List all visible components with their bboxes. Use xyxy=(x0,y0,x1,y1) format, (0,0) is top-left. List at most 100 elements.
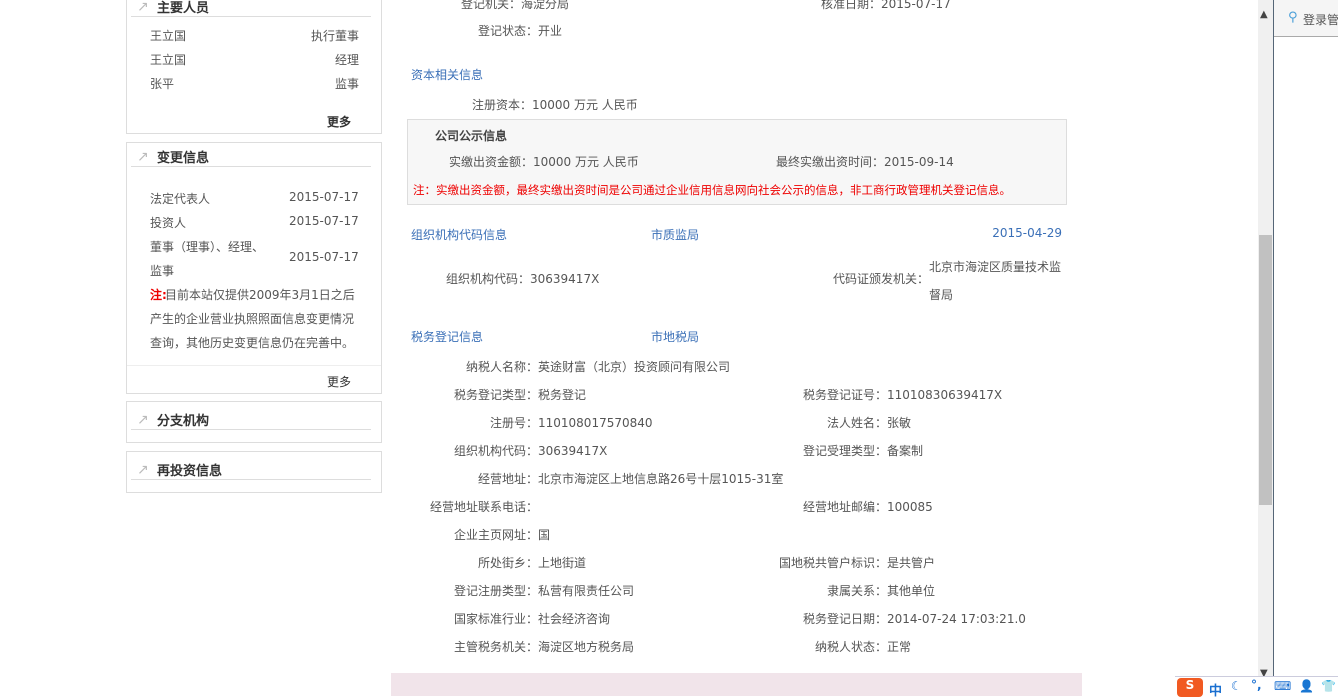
field-label: 经营地址联系电话： xyxy=(429,500,538,514)
login-manager-button[interactable]: 登录管 xyxy=(1303,11,1338,28)
login-icon: ⚲ xyxy=(1288,10,1298,25)
change-item: 投资人 xyxy=(150,216,187,230)
field-label: 税务登记证号： xyxy=(802,388,887,402)
field-label: 登记机关： xyxy=(460,0,521,11)
tax-field-left: 注册号： 110108017570840 xyxy=(490,415,653,431)
field-label: 法人姓名： xyxy=(826,416,887,430)
person-name: 王立国 xyxy=(150,53,187,67)
field-value: 110108017570840 xyxy=(538,416,653,430)
public-info-box: 公司公示信息 实缴出资金额： 10000 万元 人民币 最终实缴出资时间： 2015… xyxy=(407,119,1067,205)
scrollbar-thumb[interactable] xyxy=(1259,235,1272,505)
field-value: 督局 xyxy=(929,288,954,302)
sogou-logo-icon[interactable]: S xyxy=(1177,678,1203,697)
field-value: 其他单位 xyxy=(887,584,936,598)
scrollbar[interactable]: ▲ ▼ xyxy=(1258,0,1273,696)
field-value: 开业 xyxy=(538,24,563,38)
org-date: 2015-04-29 xyxy=(992,226,1062,240)
field-label: 注册资本： xyxy=(471,98,532,112)
tax-field-right: 经营地址邮编： 100085 xyxy=(803,499,933,515)
change-item: 董事（理事）、经理、 xyxy=(150,240,265,254)
arrow-icon: ↗ xyxy=(137,0,149,15)
moon-icon[interactable]: ☾ xyxy=(1231,679,1242,693)
branches-panel[interactable]: ↗ 分支机构 xyxy=(126,401,382,443)
field-value: 税务登记 xyxy=(538,388,587,402)
field-value: 2015-09-14 xyxy=(884,155,954,169)
field-label: 登记注册类型： xyxy=(453,584,538,598)
field-label: 纳税人状态： xyxy=(814,640,887,654)
capital-section-title: 资本相关信息 xyxy=(411,68,484,82)
panel-title: 变更信息 xyxy=(157,151,210,166)
person-name: 王立国 xyxy=(150,29,187,43)
field-label: 税务登记类型： xyxy=(453,388,538,402)
field-label: 登记受理类型： xyxy=(802,444,887,458)
public-note: 注：实缴出资金额，最终实缴出资时间是公司通过企业信用信息网向社会公示的信息，非工… xyxy=(413,183,1011,197)
tax-field-right: 法人姓名： 张敏 xyxy=(827,415,912,431)
field-label: 最终实缴出资时间： xyxy=(775,155,884,169)
field-value: 2015-07-17 xyxy=(881,0,951,11)
field-value: 北京市海淀区上地信息路26号十层1015-31室 xyxy=(538,472,784,486)
field-value: 上地街道 xyxy=(538,556,587,570)
tax-field-left: 主管税务机关： 海淀区地方税务局 xyxy=(454,639,635,655)
change-date: 2015-07-17 xyxy=(289,190,359,204)
field-label: 核准日期： xyxy=(820,0,881,11)
field-label: 隶属关系： xyxy=(826,584,887,598)
field-value: 北京市海淀区质量技术监 xyxy=(929,260,1062,274)
change-date: 2015-07-17 xyxy=(289,214,359,228)
panel-title: 分支机构 xyxy=(157,414,210,429)
field-value: 海淀区地方税务局 xyxy=(538,640,635,654)
person-role: 执行董事 xyxy=(310,29,359,43)
tax-field-left: 企业主页网址：国 xyxy=(454,527,550,543)
tax-field-right: 隶属关系： 其他单位 xyxy=(827,583,936,599)
field-value: 10000 万元 人民币 xyxy=(533,155,639,169)
person-role: 经理 xyxy=(334,53,359,67)
more-link[interactable]: 更多 xyxy=(327,113,351,130)
person-name: 张平 xyxy=(150,77,175,91)
tax-field-left: 经营地址： 北京市海淀区上地信息路26号十层1015-31室 xyxy=(478,471,784,487)
change-item: 法定代表人 xyxy=(150,192,211,206)
field-label: 注册号： xyxy=(489,416,538,430)
user-icon[interactable]: 👤 xyxy=(1299,679,1314,693)
org-source: 市质监局 xyxy=(651,228,700,242)
field-label: 代码证颁发机关： xyxy=(832,272,929,286)
note-text: 目前本站仅提供2009年3月1日之后 xyxy=(165,288,355,302)
field-value: 备案制 xyxy=(887,444,924,458)
tax-field-right: 登记受理类型： 备案制 xyxy=(803,443,924,459)
field-label: 主管税务机关： xyxy=(453,640,538,654)
field-label: 纳税人名称： xyxy=(465,360,538,374)
ime-lang-toggle[interactable]: 中 xyxy=(1209,680,1222,699)
tax-source: 市地税局 xyxy=(651,330,700,344)
punctuation-icon[interactable]: °, xyxy=(1251,678,1262,692)
field-value: 私营有限责任公司 xyxy=(538,584,635,598)
field-value: 张敏 xyxy=(887,416,912,430)
field-label: 国家标准行业： xyxy=(453,612,538,626)
arrow-icon: ↗ xyxy=(137,149,149,165)
change-item: 监事 xyxy=(150,264,175,278)
tax-field-right: 纳税人状态： 正常 xyxy=(815,639,911,655)
field-value: 11010830639417X xyxy=(887,388,1003,402)
org-section-title: 组织机构代码信息 xyxy=(411,228,508,242)
field-label: 经营地址： xyxy=(477,472,538,486)
field-value: 英途财富（北京）投资顾问有限公司 xyxy=(538,360,731,374)
arrow-icon: ↗ xyxy=(137,462,149,478)
field-value: 2014-07-24 17:03:21.0 xyxy=(887,612,1026,626)
changes-panel: ↗ 变更信息 法定代表人 2015-07-17 投资人 2015-07-17 董事… xyxy=(126,142,382,394)
change-date: 2015-07-17 xyxy=(289,250,359,264)
tax-field-left: 税务登记类型： 税务登记 xyxy=(454,387,587,403)
note-text: 产生的企业营业执照照面信息变更情况 xyxy=(150,312,355,326)
tax-field-left: 国家标准行业： 社会经济咨询 xyxy=(454,611,610,627)
tax-field-right: 税务登记日期： 2014-07-24 17:03:21.0 xyxy=(803,611,1026,627)
scroll-up-icon[interactable]: ▲ xyxy=(1260,9,1268,20)
tax-field-left: 纳税人名称： 英途财富（北京）投资顾问有限公司 xyxy=(466,359,731,375)
panel-title: 主要人员 xyxy=(157,1,210,16)
field-label: 登记状态： xyxy=(477,24,538,38)
field-value: 30639417X xyxy=(538,444,608,458)
more-link[interactable]: 更多 xyxy=(327,373,351,390)
keyboard-icon[interactable]: ⌨ xyxy=(1274,679,1291,693)
person-role: 监事 xyxy=(334,77,359,91)
tax-section-title: 税务登记信息 xyxy=(411,330,484,344)
reinvest-panel[interactable]: ↗ 再投资信息 xyxy=(126,451,382,493)
skin-icon[interactable]: 👕 xyxy=(1321,679,1336,693)
field-label: 组织机构代码： xyxy=(453,444,538,458)
field-label: 实缴出资金额： xyxy=(448,155,533,169)
field-label: 组织机构代码： xyxy=(445,272,530,286)
